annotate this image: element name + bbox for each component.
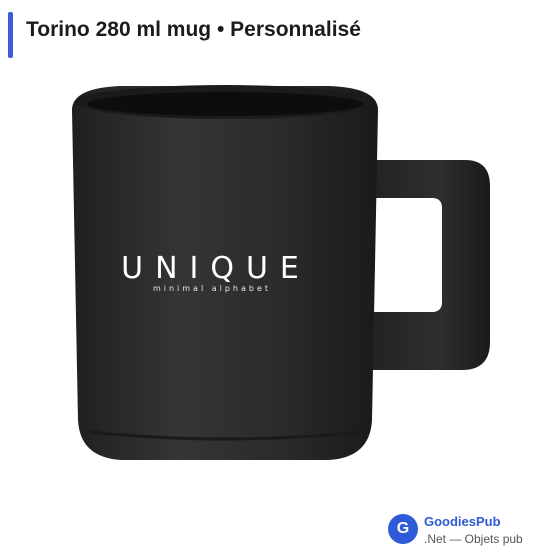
brand-subtitle: .Net — Objets pub xyxy=(424,532,523,546)
mug-handle xyxy=(365,160,490,370)
brand-footer[interactable]: G GoodiesPub .Net — Objets pub xyxy=(388,512,558,552)
title-accent-bar xyxy=(8,12,13,58)
product-image: UNIQUE minimal alphabet xyxy=(60,80,500,480)
mug-opening xyxy=(87,92,363,116)
print-main-text: UNIQUE xyxy=(121,251,311,286)
header: Torino 280 ml mug • Personnalisé xyxy=(0,0,560,68)
print-sub-text: minimal alphabet xyxy=(153,284,271,293)
mug-illustration: UNIQUE minimal alphabet xyxy=(72,85,490,460)
brand-logo: G xyxy=(388,514,418,544)
brand-name: GoodiesPub xyxy=(424,514,501,529)
page-title: Torino 280 ml mug • Personnalisé xyxy=(26,18,361,41)
